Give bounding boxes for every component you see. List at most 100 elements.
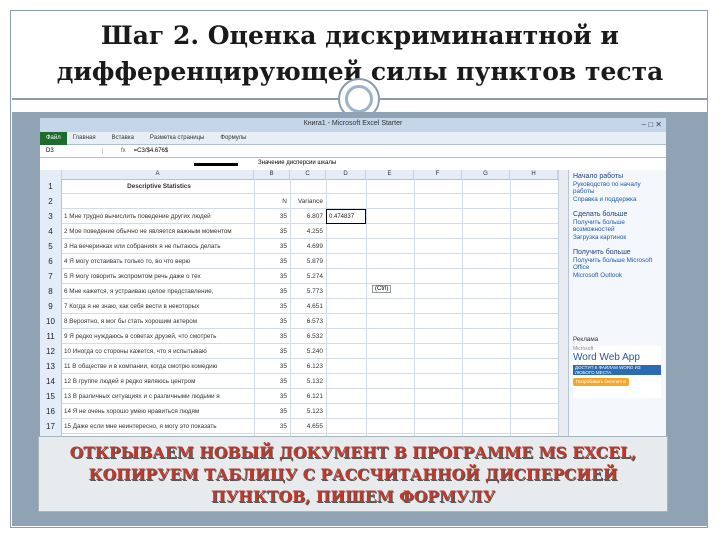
cell-c[interactable]: 6.121 [290, 389, 326, 404]
cell-b[interactable]: 35 [254, 389, 290, 404]
cell-b[interactable]: N [254, 194, 290, 209]
cell-c[interactable]: 6.807 [290, 209, 326, 224]
cell-b[interactable]: 35 [254, 239, 290, 254]
cell-a[interactable]: 12 В группе людей я редко являюсь центро… [64, 374, 254, 389]
cell-d[interactable] [326, 224, 366, 239]
side-link[interactable]: Получить больше возможностей [573, 219, 663, 233]
cell-d[interactable] [326, 389, 366, 404]
cell-d[interactable] [326, 239, 366, 254]
cell-c[interactable]: 5.123 [290, 404, 326, 419]
cell-b[interactable]: 35 [254, 269, 290, 284]
row-number[interactable]: 3 [40, 209, 62, 224]
worksheet-grid[interactable]: A B C D E F G H 1 Descriptive Statistics 2… [40, 170, 558, 436]
side-link[interactable]: Загрузка картинок [573, 234, 663, 241]
column-header-d[interactable]: D [326, 170, 366, 179]
row-number[interactable]: 9 [40, 299, 62, 314]
side-link[interactable]: Получить больше Microsoft Office [573, 257, 663, 271]
row-number[interactable]: 15 [40, 389, 62, 404]
row-number[interactable]: 1 [40, 179, 62, 194]
cell-d[interactable] [326, 419, 366, 434]
cell-a[interactable]: 5 Я могу говорить экспромтом речь даже о… [64, 269, 254, 284]
column-header-h[interactable]: H [510, 170, 558, 179]
row-number[interactable]: 8 [40, 284, 62, 299]
cell-a[interactable]: 13 В различных ситуациях и с различными … [64, 389, 254, 404]
column-header-g[interactable]: G [462, 170, 510, 179]
tab-page-layout[interactable]: Разметка страницы [150, 135, 204, 141]
cell-b[interactable]: 35 [254, 209, 290, 224]
tab-home[interactable]: Главная [73, 135, 96, 141]
cell-d[interactable] [326, 374, 366, 389]
name-box[interactable]: D3 [40, 148, 103, 154]
cell-b[interactable]: 35 [254, 224, 290, 239]
side-link[interactable]: Microsoft Outlook [573, 272, 663, 279]
cell-a[interactable]: 3 На вечеринках или собраниях я не пытаю… [64, 239, 254, 254]
cell-a[interactable]: 6 Мне кажется, я устраиваю целое предста… [64, 284, 254, 299]
row-number[interactable]: 4 [40, 224, 62, 239]
cell-d[interactable] [326, 194, 366, 209]
cell-a[interactable]: 7 Когда я не знаю, как себя вести в неко… [64, 299, 254, 314]
cell-b[interactable]: 35 [254, 374, 290, 389]
cell-a[interactable]: 9 Я редко нуждаюсь в советах друзей, что… [64, 329, 254, 344]
cell-c[interactable]: 4.651 [290, 299, 326, 314]
cell-b[interactable]: 35 [254, 299, 290, 314]
row-number[interactable]: 10 [40, 314, 62, 329]
column-header-e[interactable]: E [366, 170, 414, 179]
cell-c[interactable]: 6.123 [290, 359, 326, 374]
cell-d[interactable] [326, 269, 366, 284]
cell-a[interactable]: 8 Вероятно, я мог бы стать хорошим актер… [64, 314, 254, 329]
tab-insert[interactable]: Вставка [112, 135, 134, 141]
row-number[interactable]: 6 [40, 254, 62, 269]
cell-c[interactable]: 5.274 [290, 269, 326, 284]
formula-input[interactable]: =C3/$4.676$ [134, 148, 169, 154]
cell-c[interactable] [290, 179, 326, 194]
select-all-corner[interactable] [40, 170, 62, 179]
cell-c[interactable]: 4.655 [290, 419, 326, 434]
cell-d[interactable] [326, 359, 366, 374]
cell-d[interactable] [326, 329, 366, 344]
cell-a[interactable]: 4 Я могу отстаивать только то, во что ве… [64, 254, 254, 269]
column-header-a[interactable]: A [62, 170, 254, 179]
column-header-b[interactable]: B [254, 170, 290, 179]
cell-d[interactable] [326, 314, 366, 329]
cell-d[interactable] [326, 299, 366, 314]
cell-a[interactable]: 1 Мне трудно вычислить поведение других … [64, 209, 254, 224]
cell-a[interactable]: 2 Мое поведение обычно не является важны… [64, 224, 254, 239]
fx-icon[interactable]: fx [121, 148, 126, 154]
tab-file[interactable]: Файл [40, 131, 67, 145]
window-controls[interactable]: – □ ✕ [642, 120, 662, 129]
tab-formulas[interactable]: Формулы [220, 135, 246, 141]
cell-d[interactable]: 0.474837 [326, 209, 366, 224]
cell-b[interactable]: 35 [254, 254, 290, 269]
cell-c[interactable]: 6.532 [290, 329, 326, 344]
side-link[interactable]: Руководство по началу работы [573, 181, 663, 195]
cell-c[interactable]: Variance [290, 194, 326, 209]
row-number[interactable]: 2 [40, 194, 62, 209]
cell-c[interactable]: 4.255 [290, 224, 326, 239]
cell-d[interactable] [326, 344, 366, 359]
cell-a[interactable]: 10 Иногда со стороны кажется, что я испы… [64, 344, 254, 359]
cell-c[interactable]: 4.699 [290, 239, 326, 254]
row-number[interactable]: 12 [40, 344, 62, 359]
row-number[interactable]: 11 [40, 329, 62, 344]
cell-b[interactable]: 35 [254, 419, 290, 434]
try-free-button[interactable]: Попробовать бесплатно [573, 378, 629, 386]
cell-d[interactable] [326, 254, 366, 269]
row-number[interactable]: 13 [40, 359, 62, 374]
side-link[interactable]: Справка и поддержка [573, 196, 663, 203]
cell-c[interactable]: 5.240 [290, 344, 326, 359]
row-number[interactable]: 16 [40, 404, 62, 419]
cell-a[interactable]: 15 Даже если мне неинтересно, я могу это… [64, 419, 254, 434]
cell-d[interactable] [326, 404, 366, 419]
cell-b[interactable]: 35 [254, 359, 290, 374]
cell-a[interactable]: 11 В обществе и в компании, когда смотрю… [64, 359, 254, 374]
cell-a[interactable]: 14 Я не очень хорошо умею нравиться людя… [64, 404, 254, 419]
cell-b[interactable]: 35 [254, 404, 290, 419]
cell-c[interactable]: 5.132 [290, 374, 326, 389]
paste-options-button[interactable]: (Ctrl) [372, 285, 392, 293]
cell-b[interactable]: 35 [254, 329, 290, 344]
cell-b[interactable]: 35 [254, 344, 290, 359]
column-header-c[interactable]: C [290, 170, 326, 179]
vertical-scrollbar[interactable] [558, 170, 568, 436]
cell-c[interactable]: 5.879 [290, 254, 326, 269]
word-web-app-ad[interactable]: Microsoft Word Web App ДОСТУП К ФАЙЛАМ W… [573, 346, 661, 398]
